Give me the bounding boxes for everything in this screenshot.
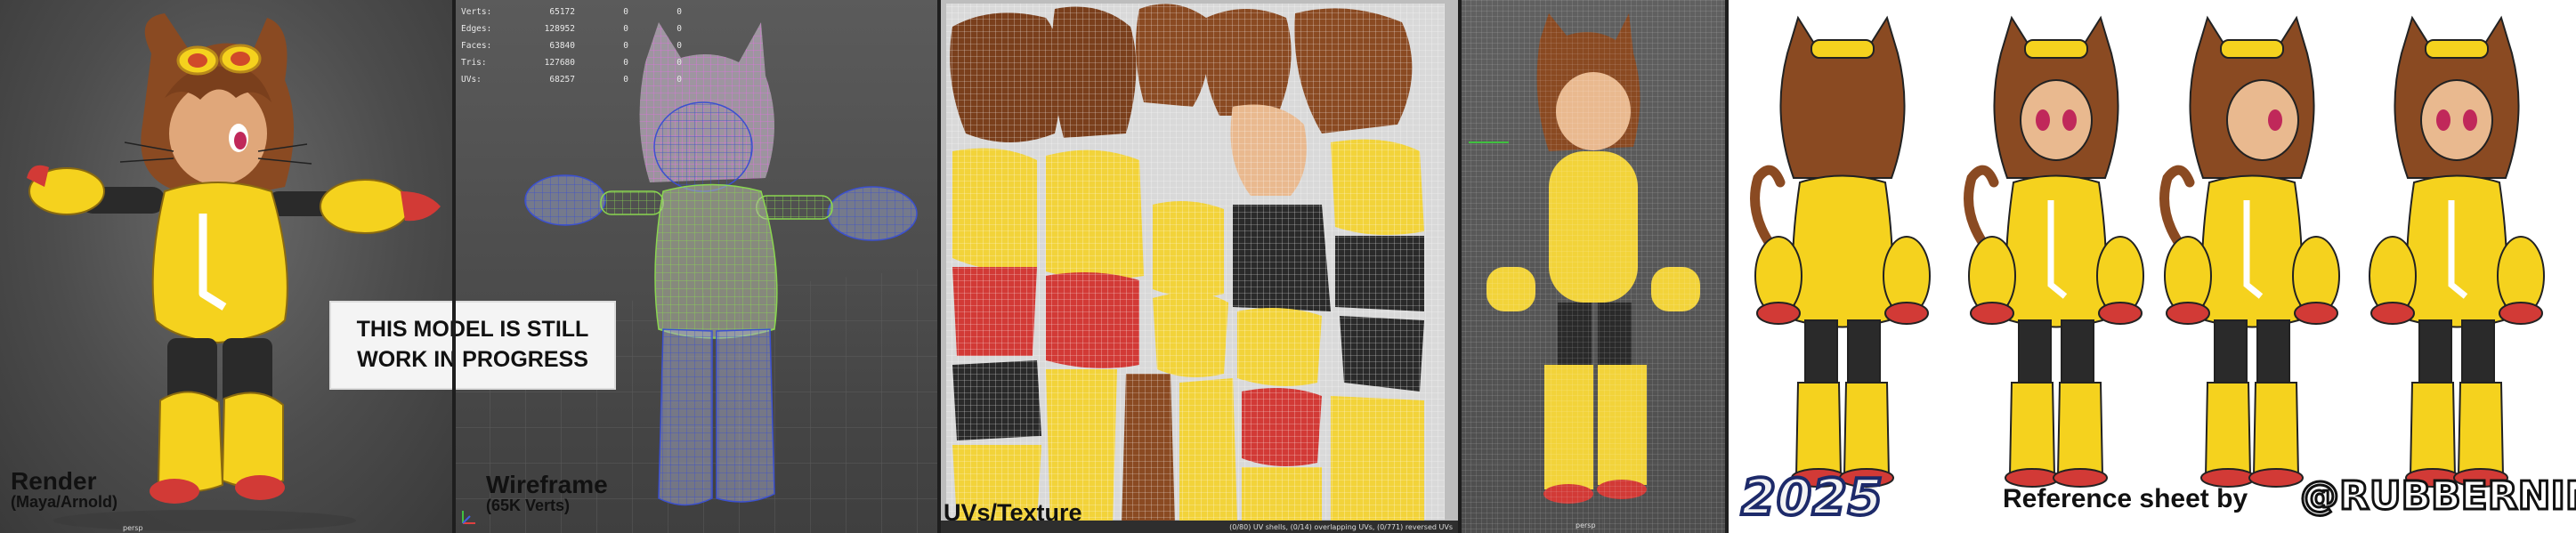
stat-value: 127680 xyxy=(544,58,575,68)
perspective-character-mesh xyxy=(1460,0,1727,533)
stat-value: 65172 xyxy=(549,7,575,17)
render-character-illustration xyxy=(27,13,441,531)
render-subtitle: (Maya/Arnold) xyxy=(11,493,118,512)
render-camera-label: persp xyxy=(123,524,143,532)
stat-value: 0 xyxy=(623,58,628,68)
panel-divider xyxy=(1458,0,1462,533)
stat-label: Verts: xyxy=(461,7,492,17)
work-in-progress-notice: THIS MODEL IS STILL WORK IN PROGRESS xyxy=(329,301,616,390)
persp-camera-label: persp xyxy=(1576,521,1596,529)
poly-count-hud: Verts: 65172 0 0 Edges: 128952 0 0 Faces: 63840 0 0… xyxy=(461,4,682,88)
panel-divider xyxy=(1725,0,1729,533)
notice-line-1: THIS MODEL IS STILL xyxy=(356,317,589,343)
turnaround-view-front xyxy=(2369,15,2545,488)
reference-character-turnaround xyxy=(1750,15,2545,488)
panel-divider xyxy=(937,0,941,533)
turnaround-view-back xyxy=(1750,15,1931,488)
perspective-viewport-panel: persp xyxy=(1460,0,1727,533)
stat-label: Edges: xyxy=(461,24,492,34)
stat-value: 0 xyxy=(676,58,682,68)
stat-value: 0 xyxy=(676,24,682,34)
poly-count-row: Tris: 127680 0 0 xyxy=(461,54,682,71)
wireframe-subtitle: (65K Verts) xyxy=(486,497,571,515)
panel-divider xyxy=(452,0,456,533)
wireframe-title: Wireframe xyxy=(486,471,608,498)
render-title: Render xyxy=(11,467,97,495)
turnaround-view-threequarter xyxy=(1964,15,2144,488)
reference-sheet-panel: 2025 Reference sheet by @RUBBERNINJA xyxy=(1727,0,2576,533)
wireframe-caption: Wireframe (65K Verts) xyxy=(486,472,608,514)
poly-count-row: UVs: 68257 0 0 xyxy=(461,71,682,88)
poly-count-row: Edges: 128952 0 0 xyxy=(461,20,682,37)
stat-value: 68257 xyxy=(549,75,575,85)
stat-value: 128952 xyxy=(544,24,575,34)
wireframe-panel: Verts: 65172 0 0 Edges: 128952 0 0 Faces: 63840 0 0… xyxy=(454,0,939,533)
stat-value: 63840 xyxy=(549,41,575,51)
reference-credit: Reference sheet by xyxy=(2003,484,2248,513)
poly-count-row: Verts: 65172 0 0 xyxy=(461,4,682,20)
turnaround-view-side xyxy=(2159,15,2340,488)
notice-line-2: WORK IN PROGRESS xyxy=(357,347,588,372)
stat-label: Faces: xyxy=(461,41,492,51)
stat-value: 0 xyxy=(676,41,682,51)
uv-texture-panel: UVs/Texture (0/80) UV shells, (0/14) ove… xyxy=(939,0,1460,533)
stat-value: 0 xyxy=(676,7,682,17)
render-caption: Render (Maya/Arnold) xyxy=(11,468,117,511)
stat-value: 0 xyxy=(623,7,628,17)
stat-label: UVs: xyxy=(461,75,482,85)
year-badge: 2025 xyxy=(1739,467,1884,529)
poly-count-row: Faces: 63840 0 0 xyxy=(461,37,682,54)
stat-value: 0 xyxy=(623,41,628,51)
uv-layout-canvas xyxy=(946,4,1445,525)
stat-value: 0 xyxy=(623,24,628,34)
artist-handle: @RUBBERNINJA xyxy=(2298,472,2576,521)
stat-value: 0 xyxy=(676,75,682,85)
stat-label: Tris: xyxy=(461,58,487,68)
uv-status-bar: (0/80) UV shells, (0/14) overlapping UVs… xyxy=(939,521,1460,533)
render-panel: Render (Maya/Arnold) persp xyxy=(0,0,454,533)
stat-value: 0 xyxy=(623,75,628,85)
uv-shell-status: (0/80) UV shells, (0/14) overlapping UVs… xyxy=(1229,522,1453,531)
